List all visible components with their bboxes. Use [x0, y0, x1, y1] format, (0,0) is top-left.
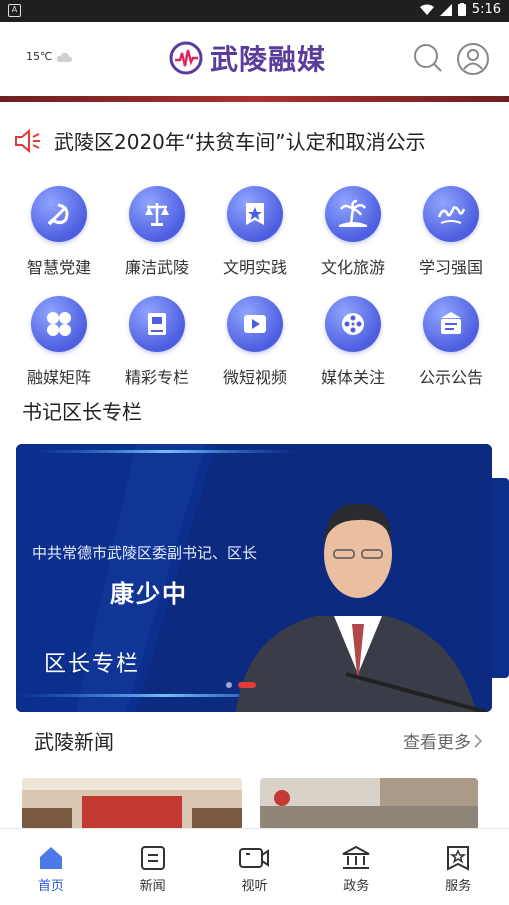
tab-label: 服务 — [445, 879, 472, 894]
battery-icon — [457, 3, 466, 16]
grid-item-short-video[interactable]: 微短视频 — [206, 296, 304, 406]
grid-item-culture-tourism[interactable]: 文化旅游 — [304, 186, 402, 296]
tab-audiovisual[interactable]: 视听 — [204, 829, 304, 905]
speaker-icon — [15, 128, 40, 153]
home-icon — [39, 847, 62, 869]
palm-tree-icon — [325, 186, 381, 242]
signal-icon — [439, 3, 452, 16]
camera-icon — [239, 848, 270, 868]
grid-item-public-notice[interactable]: 公示公告 — [402, 296, 500, 406]
notice-bar[interactable]: 武陵区2020年“扶贫车间”认定和取消公示 — [14, 126, 426, 155]
party-emblem-icon — [31, 186, 87, 242]
star-badge-icon — [227, 186, 283, 242]
banner-column: 区长专栏 — [44, 652, 141, 677]
tab-news[interactable]: 新闻 — [103, 829, 203, 905]
leader-column-banner[interactable]: 中共常德市武陵区委副书记、区长 康少中 区长专栏 — [16, 444, 492, 712]
news-card-thumbnail[interactable] — [260, 778, 478, 830]
banner-subtitle: 中共常德市武陵区委副书记、区长 — [32, 544, 258, 562]
logo-mark-icon — [169, 41, 203, 75]
film-reel-icon — [325, 296, 381, 352]
status-bar: A 5:16 — [0, 0, 509, 22]
grid-item-smart-party[interactable]: 智慧党建 — [10, 186, 108, 296]
weather-widget[interactable]: 15℃ — [26, 50, 74, 63]
banner-name: 康少中 — [110, 580, 188, 608]
app-header: 15℃ 武陵融媒 — [0, 22, 509, 96]
grid-item-label: 智慧党建 — [26, 258, 91, 277]
grid-item-xuexi[interactable]: 学习强国 — [402, 186, 500, 296]
book-icon — [129, 296, 185, 352]
service-icon — [447, 846, 470, 871]
tab-label: 首页 — [37, 879, 64, 894]
four-dots-icon — [31, 296, 87, 352]
xuexi-icon — [423, 186, 479, 242]
tab-label: 视听 — [241, 879, 268, 894]
search-icon[interactable] — [412, 42, 444, 74]
notification-icon: A — [8, 4, 21, 17]
chevron-right-icon — [474, 733, 483, 748]
government-icon — [342, 845, 370, 869]
scales-icon — [129, 186, 185, 242]
grid-item-label: 公示公告 — [418, 368, 483, 387]
tab-label: 政务 — [343, 879, 370, 894]
carousel-indicator — [226, 682, 256, 688]
tab-service[interactable]: 服务 — [408, 829, 508, 905]
bottom-tab-bar: 首页 新闻 视听 政务 服务 — [0, 828, 509, 905]
app-logo: 武陵融媒 — [168, 38, 326, 78]
tab-label: 新闻 — [139, 879, 166, 894]
cloud-icon — [57, 52, 73, 62]
notice-text: 武陵区2020年“扶贫车间”认定和取消公示 — [54, 130, 426, 154]
grid-item-civilization-practice[interactable]: 文明实践 — [206, 186, 304, 296]
grid-item-label: 学习强国 — [418, 258, 483, 277]
grid-item-label: 融媒矩阵 — [26, 368, 91, 387]
grid-item-label: 精彩专栏 — [124, 368, 189, 387]
view-more-label: 查看更多 — [403, 733, 471, 753]
header-banner-strip — [0, 96, 509, 102]
grid-item-featured-column[interactable]: 精彩专栏 — [108, 296, 206, 406]
grid-item-media-matrix[interactable]: 融媒矩阵 — [10, 296, 108, 406]
notice-board-icon — [423, 296, 479, 352]
next-banner-peek[interactable] — [492, 478, 509, 678]
news-card-thumbnail[interactable] — [22, 778, 242, 830]
status-icons: 5:16 — [419, 2, 501, 17]
tab-home[interactable]: 首页 — [1, 829, 101, 905]
news-icon — [140, 846, 165, 870]
feature-grid: 智慧党建 廉洁武陵 文明实践 文化旅游 学习强国 融媒矩阵 精彩专栏 微短视频 … — [10, 186, 500, 406]
grid-item-label: 媒体关注 — [320, 368, 385, 387]
grid-item-label: 廉洁武陵 — [124, 258, 189, 277]
clock: 5:16 — [471, 2, 501, 17]
meeting-room-image — [22, 778, 242, 830]
news-section-title: 武陵新闻 — [34, 730, 114, 754]
wifi-icon — [419, 4, 434, 15]
tab-government[interactable]: 政务 — [306, 829, 406, 905]
app-title: 武陵融媒 — [210, 43, 327, 76]
user-avatar-icon[interactable] — [456, 42, 490, 76]
carousel-dot-active — [238, 682, 256, 688]
section-title: 书记区长专栏 — [22, 400, 142, 424]
grid-item-clean-wuling[interactable]: 廉洁武陵 — [108, 186, 206, 296]
government-building-image — [260, 778, 478, 830]
carousel-dot — [226, 682, 232, 688]
grid-item-label: 文明实践 — [222, 258, 287, 277]
grid-item-media-attention[interactable]: 媒体关注 — [304, 296, 402, 406]
temperature: 15℃ — [26, 50, 53, 63]
view-more-link[interactable]: 查看更多 — [403, 728, 483, 753]
grid-item-label: 微短视频 — [222, 368, 287, 387]
grid-item-label: 文化旅游 — [320, 258, 385, 277]
video-play-icon — [227, 296, 283, 352]
